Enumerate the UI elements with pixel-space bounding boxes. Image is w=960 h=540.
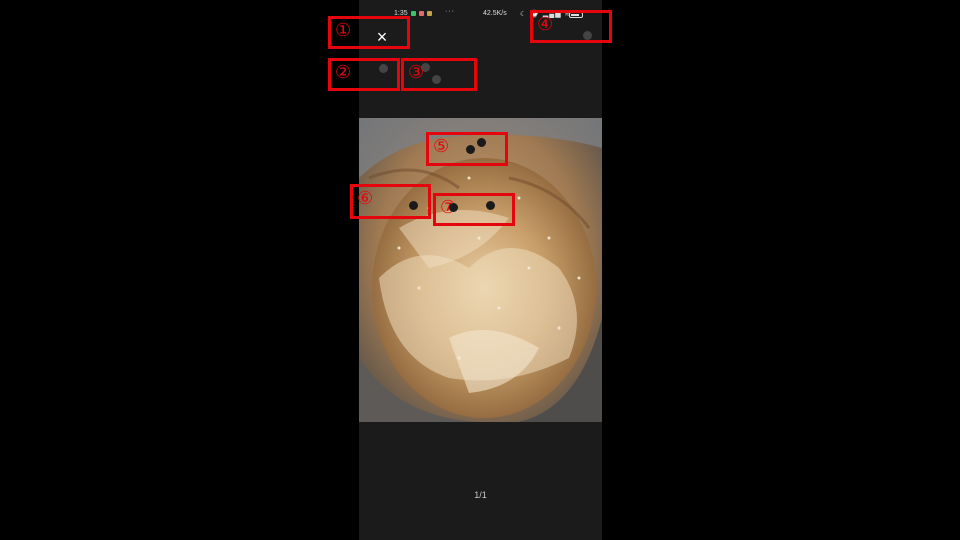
app-notification-icon — [419, 11, 424, 16]
marker-label: ④ — [537, 14, 554, 35]
annotation-marker-3: ③ — [401, 58, 477, 91]
notification-icons — [411, 11, 432, 16]
annotation-marker-7: ⑦ — [433, 193, 515, 226]
network-speed: 42.5K/s — [483, 10, 507, 17]
hidden-button[interactable] — [486, 201, 495, 210]
marker-label: ① — [335, 20, 352, 41]
hidden-button[interactable] — [409, 201, 418, 210]
hidden-button[interactable] — [466, 145, 475, 154]
marker-label: ⑥ — [357, 188, 374, 209]
more-notifications-icon: ··· — [445, 8, 455, 15]
annotation-marker-2: ② — [328, 58, 400, 91]
annotation-marker-6: ⑥ — [350, 184, 431, 219]
hidden-button[interactable] — [477, 138, 486, 147]
page-counter: 1/1 — [474, 490, 487, 500]
annotation-marker-5: ⑤ — [426, 132, 508, 166]
hidden-button[interactable] — [449, 203, 458, 212]
annotation-marker-1: ① — [328, 16, 410, 49]
marker-label: ③ — [408, 62, 425, 83]
app-notification-icon — [411, 11, 416, 16]
app-notification-icon — [427, 11, 432, 16]
marker-label: ⑤ — [433, 136, 450, 157]
marker-label: ② — [335, 62, 352, 83]
annotation-marker-4: ④ — [530, 10, 612, 43]
